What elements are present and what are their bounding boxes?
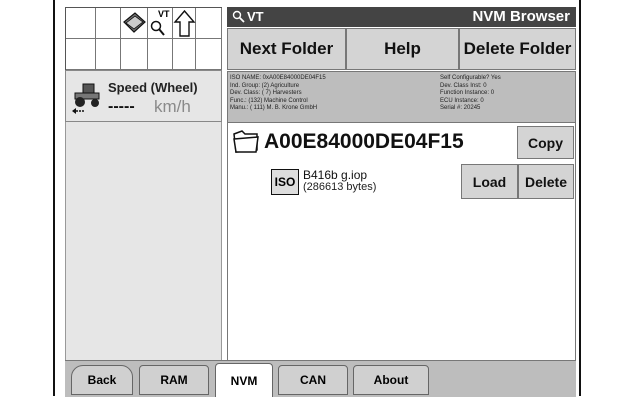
search-icon (232, 10, 245, 23)
tab-back[interactable]: Back (71, 365, 133, 395)
file-browser-content: A00E84000DE04F15 Copy ISO B416b g.iop (2… (227, 123, 576, 362)
grid-cell (148, 39, 173, 70)
info-line: Self Configurable? Yes (440, 75, 501, 81)
grid-cell (121, 39, 148, 70)
info-line: Dev. Class: ( 7) Harvesters (230, 90, 302, 96)
up-arrow-cell[interactable] (173, 8, 196, 39)
book-key-cell[interactable] (121, 8, 148, 39)
vt-screen-frame: VT Speed (Wheel) ----- km/h VT NVM Brows… (53, 0, 581, 397)
delete-folder-button[interactable]: Delete Folder (459, 28, 576, 70)
grid-cell (196, 39, 222, 70)
file-size: (286613 bytes) (303, 181, 377, 193)
info-line: Function Instance: 0 (440, 90, 495, 96)
info-line: Serial #: 20245 (440, 105, 481, 111)
grid-cell (66, 39, 96, 70)
bottom-tab-bar: Back RAM NVM CAN About (65, 360, 576, 397)
grid-cell (66, 8, 96, 39)
info-line: ISO NAME: 0xA00E84000DE04F15 (230, 75, 326, 81)
left-panel-area (65, 122, 222, 362)
info-line: ECU Instance: 0 (440, 97, 484, 104)
tab-about[interactable]: About (353, 365, 429, 395)
speed-readout: Speed (Wheel) ----- km/h (65, 70, 222, 122)
page-title: NVM Browser (472, 8, 570, 25)
folder-name: A00E84000DE04F15 (264, 130, 464, 153)
info-line: Manu.: ( 111) M. B. Krone GmbH (230, 105, 318, 111)
speed-value: ----- (108, 98, 135, 115)
device-info-right: Self Configurable? Yes Dev. Class Inst: … (440, 75, 501, 113)
tractor-icon (72, 83, 100, 114)
softkey-icon-grid: VT (65, 7, 222, 70)
help-button[interactable]: Help (346, 28, 459, 70)
speed-label: Speed (Wheel) (108, 80, 198, 95)
grid-cell (96, 8, 121, 39)
grid-cell (173, 39, 196, 70)
grid-cell (196, 8, 222, 39)
next-folder-button[interactable]: Next Folder (227, 28, 346, 70)
tab-ram[interactable]: RAM (139, 365, 209, 395)
device-info-panel: ISO NAME: 0xA00E84000DE04F15 Ind. Group:… (227, 71, 576, 123)
vt-search-cell[interactable]: VT (148, 8, 173, 39)
book-icon (123, 12, 146, 33)
file-name[interactable]: B416b g.iop (303, 168, 367, 182)
vt-small-label: VT (158, 9, 170, 19)
info-line: Dev. Class Inst: 0 (440, 82, 487, 89)
copy-button[interactable]: Copy (517, 126, 574, 159)
speed-unit: km/h (154, 97, 191, 116)
title-bar: VT NVM Browser (227, 7, 576, 27)
tab-can[interactable]: CAN (278, 365, 348, 395)
grid-cell (96, 39, 121, 70)
load-button[interactable]: Load (461, 164, 518, 199)
up-arrow-icon (173, 9, 196, 37)
delete-button[interactable]: Delete (518, 164, 574, 199)
tab-nvm[interactable]: NVM (215, 363, 273, 397)
vt-label: VT (247, 9, 264, 24)
folder-icon (233, 130, 259, 153)
info-line: Func.: (132) Machine Control (230, 97, 308, 104)
device-info-left: ISO NAME: 0xA00E84000DE04F15 Ind. Group:… (230, 75, 326, 113)
info-line: Ind. Group: (2) Agriculture (230, 82, 300, 89)
iso-file-icon: ISO (271, 169, 299, 195)
